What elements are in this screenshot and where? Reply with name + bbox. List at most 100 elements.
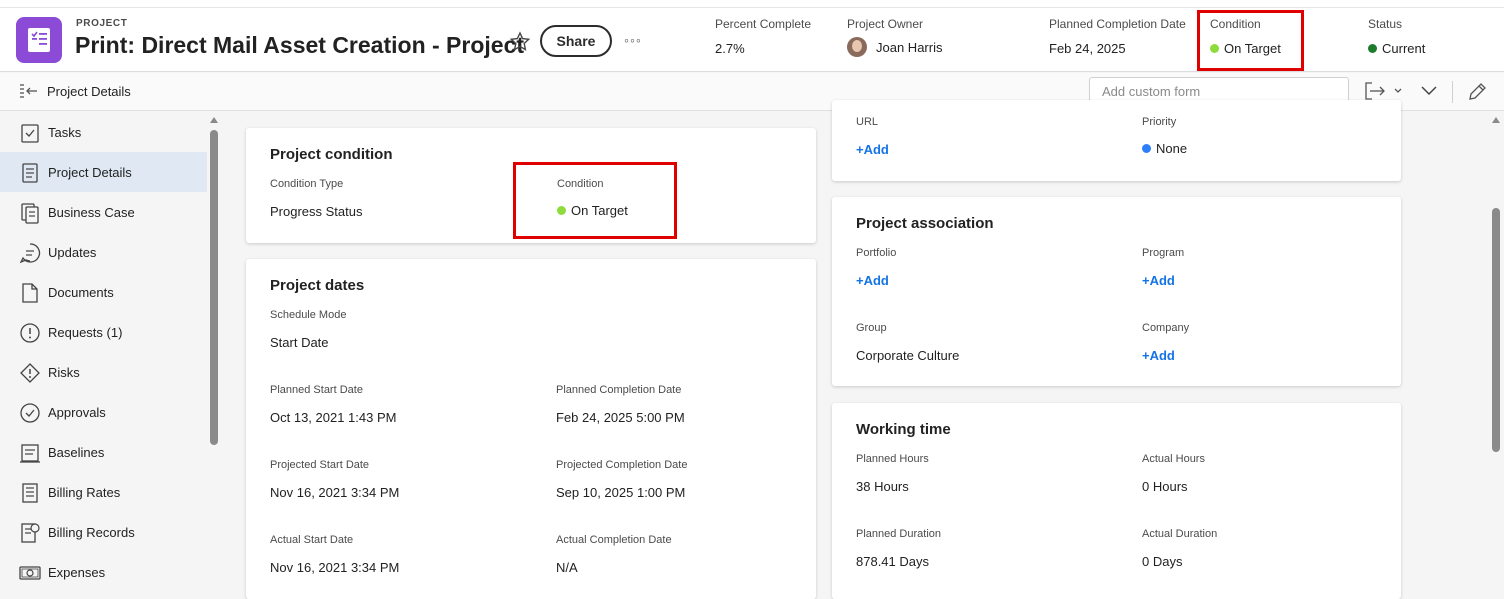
card-title: Project condition xyxy=(270,146,393,163)
avatar[interactable] xyxy=(847,37,867,57)
planned-start-value: Oct 13, 2021 1:43 PM xyxy=(270,410,397,425)
tasks-icon xyxy=(19,122,41,144)
add-company-link[interactable]: +Add xyxy=(1142,348,1175,363)
priority-dot xyxy=(1142,144,1151,153)
scroll-up-arrow-icon[interactable] xyxy=(1492,117,1500,123)
add-url-link[interactable]: +Add xyxy=(856,142,889,157)
highlight-box-card-condition xyxy=(513,162,677,239)
left-navigation: Tasks Project Details Business Case Updates… xyxy=(0,111,222,591)
project-association-card: Project association Portfolio +Add Progr… xyxy=(832,197,1401,386)
sidebar-item-label: Billing Records xyxy=(48,525,135,540)
portfolio-label: Portfolio xyxy=(856,247,897,259)
percent-complete-value: 2.7% xyxy=(715,41,745,56)
card-title: Working time xyxy=(856,421,951,438)
sidebar-item-label: Project Details xyxy=(48,165,132,180)
sidebar-item-label: Requests (1) xyxy=(48,325,123,340)
expenses-icon xyxy=(19,562,41,584)
sidebar-item-requests-1[interactable]: Requests (1) xyxy=(0,312,207,352)
actual-start-value: Nov 16, 2021 3:34 PM xyxy=(270,560,400,575)
details-icon xyxy=(19,162,41,184)
planned-hours-value: 38 Hours xyxy=(856,479,909,494)
sidebar-item-baselines[interactable]: Baselines xyxy=(0,432,207,472)
planned-duration-label: Planned Duration xyxy=(856,528,942,540)
share-button[interactable]: Share xyxy=(540,25,612,57)
more-options-icon[interactable]: ◦◦◦ xyxy=(624,32,648,50)
status-value[interactable]: Current xyxy=(1382,41,1425,56)
content-scrollbar[interactable] xyxy=(1492,208,1500,452)
scroll-up-arrow-icon[interactable] xyxy=(210,117,218,123)
sidebar-scrollbar[interactable] xyxy=(210,130,218,445)
condition-type-value: Progress Status xyxy=(270,204,363,219)
projected-start-label: Projected Start Date xyxy=(270,459,370,471)
project-owner-field: Project Owner Joan Harris xyxy=(847,17,942,57)
sidebar-item-label: Billing Rates xyxy=(48,485,121,500)
add-portfolio-link[interactable]: +Add xyxy=(856,273,889,288)
document-icon xyxy=(19,282,41,304)
schedule-mode-label: Schedule Mode xyxy=(270,309,347,321)
sidebar-item-billing-rates[interactable]: Billing Rates xyxy=(0,472,207,512)
sidebar-item-label: Business Case xyxy=(48,205,135,220)
actual-start-label: Actual Start Date xyxy=(270,534,354,546)
collapse-panel-icon[interactable] xyxy=(18,83,38,106)
percent-complete-field: Percent Complete 2.7% xyxy=(715,17,811,56)
status-field: Status Current xyxy=(1368,17,1425,56)
planned-duration-value: 878.41 Days xyxy=(856,554,929,569)
sidebar-item-updates[interactable]: Updates xyxy=(0,232,207,272)
actual-completion-label: Actual Completion Date xyxy=(556,534,672,546)
requests-icon xyxy=(19,322,41,344)
sidebar-item-label: Expenses xyxy=(48,565,106,580)
status-label: Status xyxy=(1368,17,1403,31)
planned-completion-label: Planned Completion Date xyxy=(1049,17,1186,31)
actual-hours-value: 0 Hours xyxy=(1142,479,1188,494)
billing-rates-icon xyxy=(19,482,41,504)
sidebar-item-billing-records[interactable]: Billing Records xyxy=(0,512,207,552)
actual-duration-value: 0 Days xyxy=(1142,554,1183,569)
toolbar-divider xyxy=(1452,81,1453,103)
actual-hours-label: Actual Hours xyxy=(1142,453,1205,465)
updates-icon xyxy=(19,242,41,264)
project-owner-label: Project Owner xyxy=(847,17,924,31)
priority-value: None xyxy=(1156,141,1188,156)
risks-icon xyxy=(19,362,41,384)
working-time-card: Working time Planned Hours 38 Hours Actu… xyxy=(832,403,1401,599)
sidebar-item-label: Risks xyxy=(48,365,80,380)
planned-hours-label: Planned Hours xyxy=(856,453,929,465)
condition-type-label: Condition Type xyxy=(270,178,344,190)
group-label: Group xyxy=(856,322,887,334)
top-strip xyxy=(0,0,1504,8)
add-program-link[interactable]: +Add xyxy=(1142,273,1175,288)
actual-duration-label: Actual Duration xyxy=(1142,528,1218,540)
project-owner-value[interactable]: Joan Harris xyxy=(876,40,942,55)
actual-completion-value: N/A xyxy=(556,560,578,575)
sidebar-item-label: Tasks xyxy=(48,125,82,140)
planned-completion-value: Feb 24, 2025 xyxy=(1049,41,1126,56)
sidebar-item-expenses[interactable]: Expenses xyxy=(0,552,207,592)
business-case-icon xyxy=(19,202,41,224)
sidebar-item-risks[interactable]: Risks xyxy=(0,352,207,392)
group-value[interactable]: Corporate Culture xyxy=(856,348,959,363)
company-label: Company xyxy=(1142,322,1190,334)
planned-start-label: Planned Start Date xyxy=(270,384,363,396)
sidebar-item-approvals[interactable]: Approvals xyxy=(0,392,207,432)
panel-title: Project Details xyxy=(47,84,131,99)
edit-pencil-icon[interactable] xyxy=(1466,81,1488,108)
sidebar-item-project-details[interactable]: Project Details xyxy=(0,152,207,192)
sidebar-item-tasks[interactable]: Tasks xyxy=(0,112,207,152)
percent-complete-label: Percent Complete xyxy=(715,17,812,31)
highlight-box-header-condition xyxy=(1197,10,1304,71)
sidebar-item-label: Documents xyxy=(48,285,114,300)
favorite-star-icon[interactable] xyxy=(508,30,532,54)
card-title: Project association xyxy=(856,215,994,232)
baselines-icon xyxy=(19,442,41,464)
sidebar-item-label: Approvals xyxy=(48,405,106,420)
chevron-down-icon[interactable] xyxy=(1420,84,1438,103)
page-title: Print: Direct Mail Asset Creation - Proj… xyxy=(75,32,525,58)
schedule-mode-value: Start Date xyxy=(270,335,329,350)
projected-completion-value: Sep 10, 2025 1:00 PM xyxy=(556,485,686,500)
sidebar-item-documents[interactable]: Documents xyxy=(0,272,207,312)
planned-completion-value: Feb 24, 2025 5:00 PM xyxy=(556,410,685,425)
projected-start-value: Nov 16, 2021 3:34 PM xyxy=(270,485,400,500)
sidebar-item-business-case[interactable]: Business Case xyxy=(0,192,207,232)
priority-label: Priority xyxy=(1142,116,1177,128)
project-icon xyxy=(16,17,62,63)
